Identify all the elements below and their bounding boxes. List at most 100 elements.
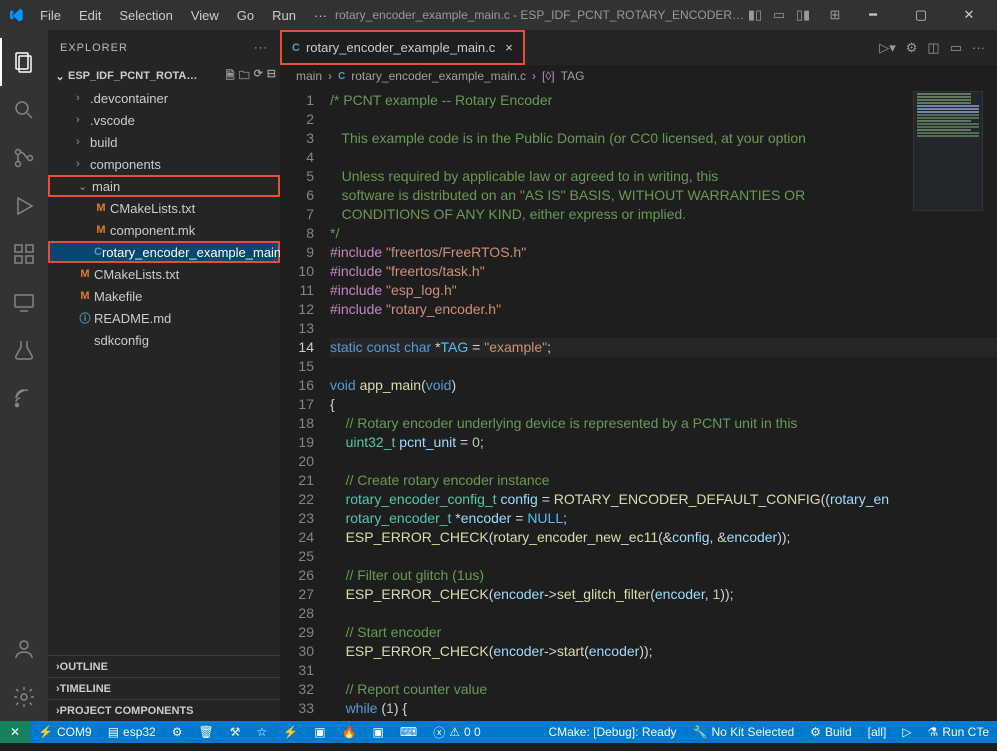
- file-icon: M: [92, 224, 110, 236]
- tab-active[interactable]: C rotary_encoder_example_main.c ×: [280, 30, 525, 65]
- errors-warnings[interactable]: ⓧ ⚠ 0 0: [425, 721, 488, 743]
- file-rotary-encoder-example-main-c[interactable]: Crotary_encoder_example_main.c: [48, 241, 280, 263]
- maximize-button[interactable]: ▢: [901, 0, 941, 30]
- search-icon[interactable]: [0, 86, 48, 134]
- run-ctest[interactable]: ⚗Run CTe: [920, 721, 997, 743]
- run-debug-icon[interactable]: [0, 182, 48, 230]
- refresh-icon[interactable]: ⟳: [254, 67, 263, 86]
- file-icon: M: [76, 268, 94, 280]
- file-sdkconfig[interactable]: sdkconfig: [48, 329, 280, 351]
- settings-gear-icon[interactable]: [0, 673, 48, 721]
- minimize-button[interactable]: ━: [853, 0, 893, 30]
- toggle-secondary-sidebar-icon[interactable]: ▯▮: [793, 5, 813, 25]
- breadcrumb-symbol[interactable]: TAG: [561, 69, 585, 83]
- chip-target[interactable]: ▤esp32: [100, 721, 164, 743]
- kit-status[interactable]: 🔧No Kit Selected: [685, 721, 803, 743]
- menu-edit[interactable]: Edit: [71, 4, 109, 27]
- tree-item-label: CMakeLists.txt: [110, 201, 195, 216]
- sidebar-more-icon[interactable]: ···: [254, 42, 268, 54]
- layout-controls: ▮▯ ▭ ▯▮ ⊞: [745, 5, 845, 25]
- menu-go[interactable]: Go: [229, 4, 262, 27]
- flash-icon[interactable]: ⚡: [275, 721, 306, 743]
- tree-item-label: .vscode: [90, 113, 135, 128]
- chevron-icon: ›: [76, 114, 90, 126]
- line-gutter: 1234567891011121314151617181920212223242…: [280, 87, 330, 721]
- terminal-icon[interactable]: ▣: [365, 721, 392, 743]
- breadcrumb[interactable]: main › C rotary_encoder_example_main.c ›…: [280, 65, 997, 87]
- run-icon[interactable]: ▷▾: [879, 40, 896, 56]
- file-component-mk[interactable]: Mcomponent.mk: [48, 219, 280, 241]
- remote-indicator[interactable]: ✕: [0, 721, 30, 743]
- folder--vscode[interactable]: ›.vscode: [48, 109, 280, 131]
- menu-run[interactable]: Run: [264, 4, 304, 27]
- remote-explorer-icon[interactable]: [0, 278, 48, 326]
- debug-launch-icon[interactable]: ▷: [894, 721, 919, 743]
- tree-item-label: components: [90, 157, 161, 172]
- folder-main[interactable]: ⌄main: [48, 175, 280, 197]
- menu-···[interactable]: ···: [306, 4, 335, 27]
- editor-area: C rotary_encoder_example_main.c × ▷▾ ⚙ ◫…: [280, 30, 997, 721]
- section-outline[interactable]: › OUTLINE: [48, 655, 280, 677]
- section-project-components[interactable]: › PROJECT COMPONENTS: [48, 699, 280, 721]
- customize-layout-icon[interactable]: ⊞: [825, 5, 845, 25]
- build-button[interactable]: ⚙Build: [802, 721, 859, 743]
- accounts-icon[interactable]: [0, 625, 48, 673]
- warning-icon: ⚠: [449, 725, 460, 739]
- file-cmakelists-txt[interactable]: MCMakeLists.txt: [48, 197, 280, 219]
- build-icon[interactable]: ⚒: [222, 721, 249, 743]
- serial-port[interactable]: ⚡COM9: [30, 721, 100, 743]
- breadcrumb-folder[interactable]: main: [296, 69, 322, 83]
- build-target[interactable]: [all]: [860, 721, 895, 743]
- toggle-panel-icon[interactable]: ▭: [769, 5, 789, 25]
- minimap[interactable]: [913, 91, 983, 211]
- vscode-logo-icon: [8, 7, 24, 23]
- split-editor-icon[interactable]: ◫: [927, 40, 939, 56]
- sdk-config-icon[interactable]: ⚙: [164, 721, 191, 743]
- toggle-primary-sidebar-icon[interactable]: ▮▯: [745, 5, 765, 25]
- close-button[interactable]: ✕: [949, 0, 989, 30]
- editor-tabs: C rotary_encoder_example_main.c × ▷▾ ⚙ ◫…: [280, 30, 997, 65]
- flame-icon[interactable]: 🔥: [334, 721, 365, 743]
- editor-settings-icon[interactable]: ⚙: [906, 40, 918, 56]
- toggle-layout-icon[interactable]: ▭: [950, 40, 962, 56]
- espressif-icon[interactable]: [0, 374, 48, 422]
- new-folder-icon[interactable]: 🗀: [239, 67, 250, 86]
- file-tree: ›.devcontainer›.vscode›build›components⌄…: [48, 87, 280, 655]
- file-makefile[interactable]: MMakefile: [48, 285, 280, 307]
- file-readme-md[interactable]: ⓘREADME.md: [48, 307, 280, 329]
- chevron-down-icon: ⌄: [52, 70, 68, 83]
- tree-item-label: Makefile: [94, 289, 142, 304]
- source-control-icon[interactable]: [0, 134, 48, 182]
- extensions-icon[interactable]: [0, 230, 48, 278]
- section-timeline[interactable]: › TIMELINE: [48, 677, 280, 699]
- tree-item-label: README.md: [94, 311, 171, 326]
- new-file-icon[interactable]: 🗎: [226, 67, 235, 86]
- menu-selection[interactable]: Selection: [111, 4, 180, 27]
- testing-icon[interactable]: [0, 326, 48, 374]
- menu-view[interactable]: View: [183, 4, 227, 27]
- breadcrumb-file[interactable]: rotary_encoder_example_main.c: [351, 69, 526, 83]
- collapse-icon[interactable]: ⊟: [267, 67, 276, 86]
- code-content[interactable]: /* PCNT example -- Rotary Encoder This e…: [330, 87, 997, 721]
- plug-icon: ⚡: [38, 725, 53, 739]
- folder--devcontainer[interactable]: ›.devcontainer: [48, 87, 280, 109]
- explorer-icon[interactable]: [0, 38, 48, 86]
- cmake-status[interactable]: CMake: [Debug]: Ready: [540, 721, 684, 743]
- code-editor[interactable]: 1234567891011121314151617181920212223242…: [280, 87, 997, 721]
- clean-icon[interactable]: 🗑: [191, 721, 222, 743]
- file-cmakelists-txt[interactable]: MCMakeLists.txt: [48, 263, 280, 285]
- monitor-icon[interactable]: ▣: [306, 721, 333, 743]
- folder-build[interactable]: ›build: [48, 131, 280, 153]
- menu-file[interactable]: File: [32, 4, 69, 27]
- star-icon[interactable]: ☆: [249, 721, 276, 743]
- chevron-icon: ›: [76, 158, 90, 170]
- close-tab-icon[interactable]: ×: [505, 40, 513, 55]
- project-root[interactable]: ⌄ ESP_IDF_PCNT_ROTA… 🗎 🗀 ⟳ ⊟: [48, 65, 280, 87]
- chevron-right-icon: ›: [56, 683, 60, 695]
- keyboard-icon[interactable]: ⌨: [392, 721, 425, 743]
- folder-components[interactable]: ›components: [48, 153, 280, 175]
- menu-bar: FileEditSelectionViewGoRun···: [32, 4, 335, 27]
- chevron-icon: ⌄: [78, 180, 92, 193]
- editor-more-icon[interactable]: ···: [972, 40, 985, 56]
- sidebar: EXPLORER ··· ⌄ ESP_IDF_PCNT_ROTA… 🗎 🗀 ⟳ …: [48, 30, 280, 721]
